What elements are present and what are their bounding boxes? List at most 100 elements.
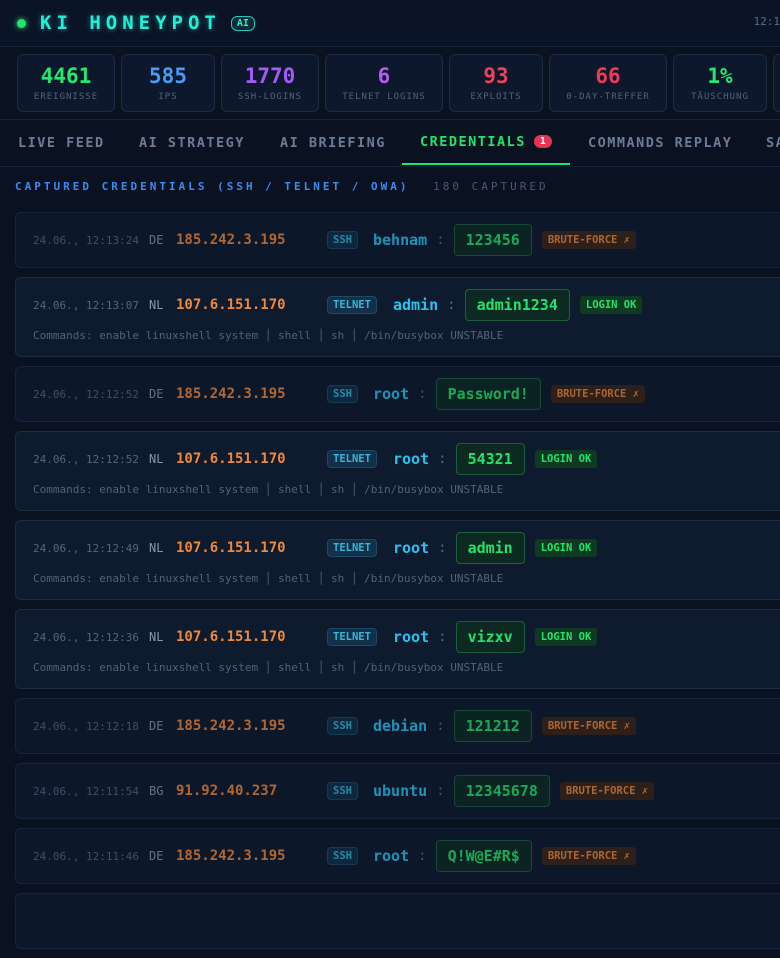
timestamp: 24.06., 12:13:24 — [33, 234, 139, 247]
stat-value: 4461 — [41, 64, 92, 88]
password: 54321 — [456, 443, 525, 475]
stat-card-partial — [773, 54, 780, 112]
tab-ai-strategy[interactable]: AI STRATEGY — [139, 120, 245, 165]
country-code: DE — [149, 233, 163, 247]
commands-line: Commands: enable linuxshell system │ she… — [33, 329, 503, 342]
stat-value: 1% — [707, 64, 732, 88]
stat-value: 1770 — [245, 64, 296, 88]
stat-value: 66 — [595, 64, 620, 88]
credential-pair: root:adminLOGIN OK — [393, 532, 597, 564]
stat-label: TÄUSCHUNG — [691, 92, 749, 102]
credentials-list: 24.06., 12:13:24 DE 185.242.3.195 SSH behnam… — [15, 212, 780, 958]
password: admin — [456, 532, 525, 564]
tab-label: AI STRATEGY — [139, 135, 245, 151]
username: root — [393, 628, 429, 646]
password: admin1234 — [465, 289, 570, 321]
credential-row-partial — [15, 893, 780, 949]
password: 123456 — [454, 224, 532, 256]
separator: : — [418, 386, 426, 402]
source-ip[interactable]: 185.242.3.195 — [176, 848, 286, 864]
username: root — [373, 385, 409, 403]
credential-row[interactable]: 24.06., 12:11:54 BG 91.92.40.237 SSH ubuntu:… — [15, 763, 780, 819]
credential-pair: root:Password!BRUTE-FORCE ✗ — [373, 378, 645, 410]
protocol-badge: TELNET — [327, 539, 377, 557]
stat-label: EREIGNISSE — [34, 92, 98, 102]
timestamp: 24.06., 12:12:52 — [33, 388, 139, 401]
source-ip[interactable]: 185.242.3.195 — [176, 232, 286, 248]
captured-count: 180 CAPTURED — [433, 180, 548, 193]
username: debian — [373, 717, 427, 735]
country-code: NL — [149, 541, 163, 555]
top-bar: KI HONEYPOT AI 12:1 — [0, 0, 780, 47]
clock: 12:1 — [754, 15, 780, 28]
protocol-badge: TELNET — [327, 628, 377, 646]
credential-pair: debian:121212BRUTE-FORCE ✗ — [373, 710, 636, 742]
credential-row[interactable]: 24.06., 12:12:52NL107.6.151.170TELNETroo… — [15, 431, 780, 511]
stat-label: TELNET LOGINS — [342, 92, 425, 102]
username: root — [393, 450, 429, 468]
stat-card: 1770SSH-LOGINS — [221, 54, 319, 112]
tab-bar: LIVE FEED AI STRATEGY AI BRIEFING CREDENTIA… — [0, 119, 780, 167]
timestamp: 24.06., 12:11:54 — [33, 785, 139, 798]
tab-sa[interactable]: SA — [766, 120, 780, 165]
country-code: NL — [149, 452, 163, 466]
source-ip[interactable]: 185.242.3.195 — [176, 386, 286, 402]
tab-label: SA — [766, 135, 780, 151]
credential-row[interactable]: 24.06., 12:12:36NL107.6.151.170TELNETroo… — [15, 609, 780, 689]
tab-notification-badge: 1 — [534, 135, 552, 148]
username: admin — [393, 296, 438, 314]
tab-live-feed[interactable]: LIVE FEED — [18, 120, 105, 165]
credential-row[interactable]: 24.06., 12:12:52DE185.242.3.195SSHroot:P… — [15, 366, 780, 422]
country-code: NL — [149, 298, 163, 312]
credential-row[interactable]: 24.06., 12:13:24DE185.242.3.195SSHbehnam… — [15, 212, 780, 268]
credential-pair: root:54321LOGIN OK — [393, 443, 597, 475]
stat-value: 6 — [378, 64, 391, 88]
username: root — [373, 847, 409, 865]
login-status-badge: BRUTE-FORCE ✗ — [551, 385, 645, 403]
password: Q!W@E#R$ — [436, 840, 532, 872]
section-header: CAPTURED CREDENTIALS (SSH / TELNET / OWA… — [15, 180, 549, 193]
timestamp: 24.06., 12:13:07 — [33, 299, 139, 312]
stat-card: 1% TÄUSCHUNG — [673, 54, 767, 112]
protocol-badge: TELNET — [327, 450, 377, 468]
stat-value: 585 — [149, 64, 187, 88]
source-ip[interactable]: 107.6.151.170 — [176, 297, 286, 313]
country-code: DE — [149, 849, 163, 863]
source-ip[interactable]: 107.6.151.170 — [176, 540, 286, 556]
source-ip[interactable]: 91.92.40.237 — [176, 783, 277, 799]
username: root — [393, 539, 429, 557]
protocol-badge: SSH — [327, 782, 358, 800]
source-ip[interactable]: 107.6.151.170 — [176, 629, 286, 645]
tab-credentials[interactable]: CREDENTIALS1 — [402, 120, 570, 165]
credential-pair: root:vizxvLOGIN OK — [393, 621, 597, 653]
tab-label: COMMANDS REPLAY — [588, 135, 732, 151]
credential-row[interactable]: 24.06., 12:12:18DE185.242.3.195SSHdebian… — [15, 698, 780, 754]
stat-value: 93 — [483, 64, 508, 88]
credential-pair: behnam:123456BRUTE-FORCE ✗ — [373, 224, 636, 256]
credential-pair: admin:admin1234LOGIN OK — [393, 289, 642, 321]
credential-row[interactable]: 24.06., 12:11:46DE185.242.3.195SSHroot:Q… — [15, 828, 780, 884]
app-title: KI HONEYPOT — [40, 12, 221, 34]
source-ip[interactable]: 185.242.3.195 — [176, 718, 286, 734]
commands-line: Commands: enable linuxshell system │ she… — [33, 661, 503, 674]
protocol-badge: TELNET — [327, 296, 377, 314]
commands-line: Commands: enable linuxshell system │ she… — [33, 572, 503, 585]
timestamp: 24.06., 12:12:18 — [33, 720, 139, 733]
stat-card: 93EXPLOITS — [449, 54, 543, 112]
country-code: BG — [149, 784, 163, 798]
username: ubuntu — [373, 782, 427, 800]
stat-card: 660-DAY-TREFFER — [549, 54, 667, 112]
stat-card: 6 TELNET LOGINS — [325, 54, 443, 112]
credential-pair: ubuntu:12345678BRUTE-FORCE ✗ — [373, 775, 654, 807]
credential-row[interactable]: 24.06., 12:13:07 NL 107.6.151.170 TELNET adm… — [15, 277, 780, 357]
tab-commands-replay[interactable]: COMMANDS REPLAY — [588, 120, 732, 165]
source-ip[interactable]: 107.6.151.170 — [176, 451, 286, 467]
separator: : — [438, 540, 446, 556]
tab-ai-briefing[interactable]: AI BRIEFING — [280, 120, 386, 165]
credential-pair: root:Q!W@E#R$BRUTE-FORCE ✗ — [373, 840, 636, 872]
credential-row[interactable]: 24.06., 12:12:49NL107.6.151.170TELNETroo… — [15, 520, 780, 600]
separator: : — [418, 848, 426, 864]
stat-card: 585IPS — [121, 54, 215, 112]
login-status-badge: LOGIN OK — [580, 296, 643, 314]
tab-label: AI BRIEFING — [280, 135, 386, 151]
